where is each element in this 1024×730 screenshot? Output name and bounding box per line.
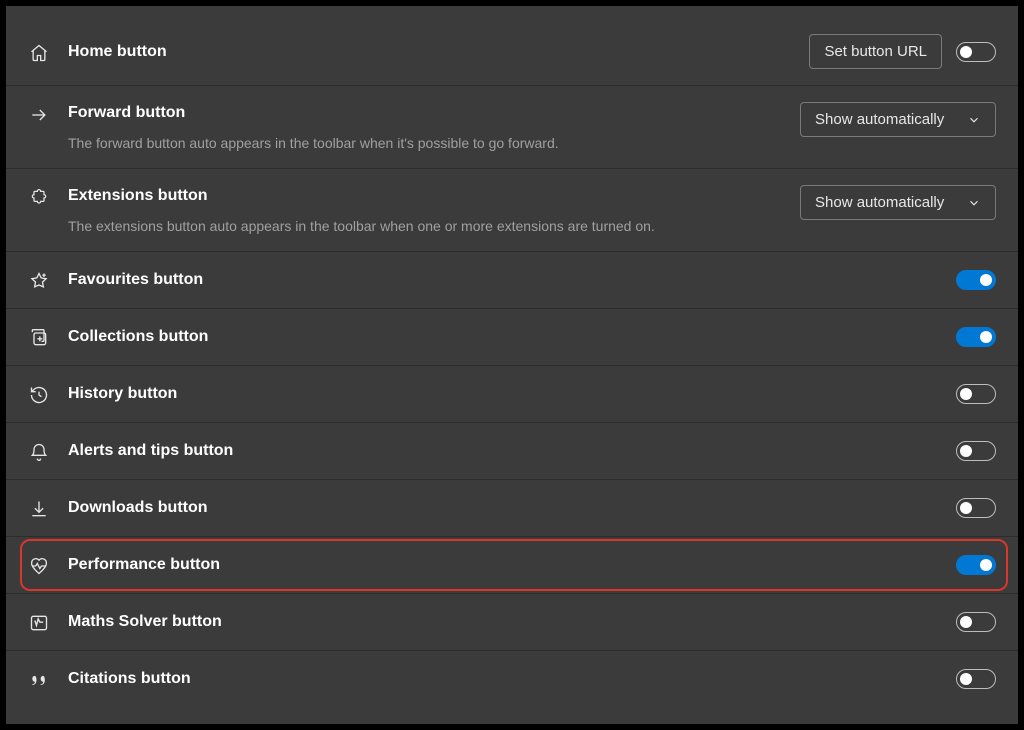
star-icon — [28, 270, 50, 292]
row-performance: Performance button — [6, 537, 1018, 594]
row-history: History button — [6, 366, 1018, 423]
home-toggle[interactable] — [956, 42, 996, 62]
row-title: Citations button — [68, 668, 940, 690]
row-title: Extensions button — [68, 185, 784, 207]
row-alerts: Alerts and tips button — [6, 423, 1018, 480]
row-desc: The forward button auto appears in the t… — [68, 134, 784, 152]
row-collections: Collections button — [6, 309, 1018, 366]
alerts-toggle[interactable] — [956, 441, 996, 461]
row-title: History button — [68, 383, 940, 405]
row-title: Collections button — [68, 326, 940, 348]
download-icon — [28, 498, 50, 520]
row-title: Favourites button — [68, 269, 940, 291]
row-title: Home button — [68, 41, 793, 63]
row-title: Downloads button — [68, 497, 940, 519]
settings-panel: Home button Set button URL Forward butto… — [6, 6, 1018, 724]
row-forward: Forward button The forward button auto a… — [6, 86, 1018, 169]
heartbeat-icon — [28, 555, 50, 577]
downloads-toggle[interactable] — [956, 498, 996, 518]
row-downloads: Downloads button — [6, 480, 1018, 537]
row-desc: The extensions button auto appears in th… — [68, 217, 784, 235]
row-title: Maths Solver button — [68, 611, 940, 633]
citations-toggle[interactable] — [956, 669, 996, 689]
collections-toggle[interactable] — [956, 327, 996, 347]
forward-dropdown[interactable]: Show automatically — [800, 102, 996, 137]
favourites-toggle[interactable] — [956, 270, 996, 290]
row-maths: Maths Solver button — [6, 594, 1018, 651]
row-favourites: Favourites button — [6, 252, 1018, 309]
set-button-url-button[interactable]: Set button URL — [809, 34, 942, 69]
collections-icon — [28, 327, 50, 349]
dropdown-label: Show automatically — [815, 111, 944, 128]
row-title: Alerts and tips button — [68, 440, 940, 462]
puzzle-icon — [28, 187, 50, 209]
row-home: Home button Set button URL — [6, 18, 1018, 86]
math-icon — [28, 612, 50, 634]
chevron-down-icon — [967, 196, 981, 210]
forward-arrow-icon — [28, 104, 50, 126]
row-extensions: Extensions button The extensions button … — [6, 169, 1018, 252]
row-title: Forward button — [68, 102, 784, 124]
home-icon — [28, 42, 50, 64]
chevron-down-icon — [967, 113, 981, 127]
row-title: Performance button — [68, 554, 940, 576]
dropdown-label: Show automatically — [815, 194, 944, 211]
performance-toggle[interactable] — [956, 555, 996, 575]
maths-toggle[interactable] — [956, 612, 996, 632]
extensions-dropdown[interactable]: Show automatically — [800, 185, 996, 220]
row-citations: Citations button — [6, 651, 1018, 707]
history-toggle[interactable] — [956, 384, 996, 404]
bell-icon — [28, 441, 50, 463]
history-icon — [28, 384, 50, 406]
quote-icon — [28, 669, 50, 691]
